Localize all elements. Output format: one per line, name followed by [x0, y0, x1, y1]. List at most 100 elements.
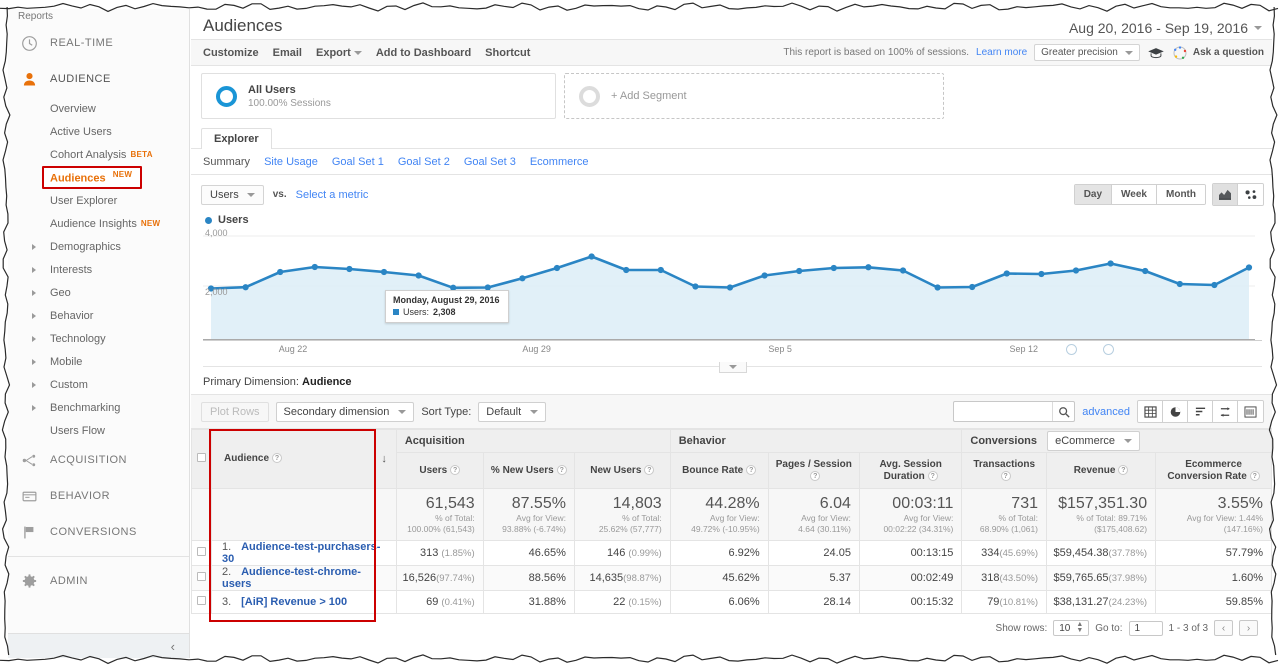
email-button[interactable]: Email — [273, 47, 302, 59]
granularity-week[interactable]: Week — [1112, 185, 1157, 204]
search-input[interactable] — [954, 402, 1053, 421]
precision-selector[interactable]: Greater precision — [1034, 44, 1140, 61]
row-checkbox[interactable] — [197, 572, 206, 581]
learn-more-link[interactable]: Learn more — [976, 47, 1027, 58]
conversions-type-selector[interactable]: eCommerce — [1047, 431, 1140, 451]
help-icon[interactable]: ? — [1249, 470, 1260, 481]
sampling-shield-icon[interactable] — [1147, 46, 1165, 60]
sidebar-item-mobile[interactable]: Mobile — [8, 350, 189, 373]
help-icon[interactable]: ? — [746, 464, 757, 475]
granularity-month[interactable]: Month — [1157, 185, 1205, 204]
sidebar-item-user-explorer[interactable]: User Explorer — [8, 189, 189, 212]
sidebar-item-audience-insights[interactable]: Audience Insights NEW — [8, 212, 189, 235]
column-header-new-users-pct[interactable]: % New Users? — [482, 452, 575, 489]
help-icon[interactable]: ? — [1000, 470, 1011, 481]
sort-arrow-icon[interactable]: ↓ — [381, 453, 387, 465]
select-all-checkbox[interactable] — [197, 453, 207, 462]
sidebar-item-audiences[interactable]: Audiences NEW — [8, 166, 189, 189]
sidebar-item-cohort-analysis[interactable]: Cohort Analysis BETA — [8, 143, 189, 166]
sidebar-collapse-bar[interactable]: ‹ — [8, 633, 189, 659]
sidebar-item-overview[interactable]: Overview — [8, 97, 189, 120]
sidebar-item-admin[interactable]: ADMIN — [8, 563, 189, 599]
line-chart-icon[interactable] — [1213, 184, 1238, 205]
table-view-icon[interactable] — [1138, 401, 1163, 422]
sidebar-item-interests[interactable]: Interests — [8, 258, 189, 281]
comparison-view-icon[interactable] — [1213, 401, 1238, 422]
row-audience-link[interactable]: Audience-test-chrome-users — [222, 566, 361, 590]
secondary-dimension-selector[interactable]: Secondary dimension — [275, 401, 415, 422]
chart-collapse-toggle[interactable] — [718, 362, 747, 373]
help-icon[interactable]: ? — [927, 470, 938, 481]
sidebar-item-real-time[interactable]: REAL-TIME — [8, 25, 189, 61]
sidebar-item-benchmarking[interactable]: Benchmarking — [8, 396, 189, 419]
subtab-goal-set-1[interactable]: Goal Set 1 — [332, 156, 384, 168]
subtab-ecommerce[interactable]: Ecommerce — [530, 156, 589, 168]
sidebar-item-users-flow[interactable]: Users Flow — [8, 419, 189, 442]
pivot-view-icon[interactable] — [1238, 401, 1263, 422]
row-checkbox-cell[interactable] — [191, 540, 213, 566]
sidebar-item-conversions[interactable]: CONVERSIONS — [8, 514, 189, 550]
collapse-sidebar-icon[interactable]: ‹ — [171, 639, 175, 654]
add-segment-button[interactable]: + Add Segment — [564, 73, 944, 119]
column-header-bounce-rate[interactable]: Bounce Rate? — [669, 452, 769, 489]
row-checkbox[interactable] — [197, 547, 206, 556]
sidebar-item-technology[interactable]: Technology — [8, 327, 189, 350]
sidebar-item-demographics[interactable]: Demographics — [8, 235, 189, 258]
bar-view-icon[interactable] — [1188, 401, 1213, 422]
select-all-cell[interactable] — [191, 429, 213, 489]
column-header-avg-duration[interactable]: Avg. Session Duration? — [858, 452, 963, 489]
users-line-chart[interactable]: 4,000 2,000 Monday, August 29, 2016 User… — [203, 228, 1262, 340]
sidebar-item-behavior-sub[interactable]: Behavior — [8, 304, 189, 327]
table-row[interactable]: 3. [AiR] Revenue > 100 69 (0.41%) 31.88%… — [191, 590, 1272, 614]
table-search[interactable] — [953, 401, 1076, 422]
ask-a-question-button[interactable]: Ask a question — [1172, 45, 1264, 61]
subtab-site-usage[interactable]: Site Usage — [264, 156, 318, 168]
pie-view-icon[interactable] — [1163, 401, 1188, 422]
tab-explorer[interactable]: Explorer — [201, 128, 272, 149]
stepper-icon[interactable]: ▲ ▼ — [1076, 621, 1083, 634]
row-checkbox[interactable] — [197, 596, 206, 605]
prev-page-button[interactable]: ‹ — [1214, 620, 1233, 636]
column-header-revenue[interactable]: Revenue? — [1045, 452, 1157, 489]
export-button[interactable]: Export — [316, 47, 362, 59]
row-checkbox-cell[interactable] — [191, 565, 213, 591]
column-header-transactions[interactable]: Transactions? — [961, 452, 1047, 489]
column-header-new-users[interactable]: New Users? — [573, 452, 671, 489]
column-header-ecom-rate[interactable]: Ecommerce Conversion Rate? — [1155, 452, 1272, 489]
advanced-filter-link[interactable]: advanced — [1082, 406, 1130, 418]
search-icon[interactable] — [1052, 402, 1074, 421]
goto-input[interactable]: 1 — [1128, 620, 1163, 636]
sidebar-item-audience[interactable]: AUDIENCE — [8, 61, 189, 97]
sidebar-item-geo[interactable]: Geo — [8, 281, 189, 304]
help-icon[interactable]: ? — [556, 464, 567, 475]
row-audience-link[interactable]: [AiR] Revenue > 100 — [241, 596, 347, 608]
row-checkbox-cell[interactable] — [191, 590, 213, 614]
column-header-pages-session[interactable]: Pages / Session? — [767, 452, 860, 489]
subtab-goal-set-3[interactable]: Goal Set 3 — [464, 156, 516, 168]
column-header-users[interactable]: Users? — [395, 452, 484, 489]
dimension-header-audience[interactable]: Audience? ↓ — [211, 429, 397, 489]
help-icon[interactable]: ? — [1118, 464, 1129, 475]
subtab-summary[interactable]: Summary — [203, 156, 250, 168]
add-to-dashboard-button[interactable]: Add to Dashboard — [376, 47, 471, 59]
primary-dimension-value[interactable]: Audience — [302, 376, 352, 388]
help-icon[interactable]: ? — [272, 453, 283, 464]
chart-timeline-slider[interactable] — [203, 344, 1262, 373]
sort-type-selector[interactable]: Default — [478, 401, 547, 422]
date-range-selector[interactable]: Aug 20, 2016 - Sep 19, 2016 — [1069, 20, 1262, 36]
slider-handle-left[interactable] — [1066, 344, 1078, 355]
subtab-goal-set-2[interactable]: Goal Set 2 — [398, 156, 450, 168]
table-row[interactable]: 2. Audience-test-chrome-users 16,526(97.… — [191, 565, 1272, 591]
customize-button[interactable]: Customize — [203, 47, 259, 59]
next-page-button[interactable]: › — [1239, 620, 1258, 636]
sidebar-item-active-users[interactable]: Active Users — [8, 120, 189, 143]
select-a-metric-link[interactable]: Select a metric — [296, 189, 369, 201]
show-rows-selector[interactable]: 10 ▲ ▼ — [1053, 620, 1090, 636]
row-audience-link[interactable]: Audience-test-purchasers-30 — [222, 541, 380, 565]
sidebar-item-custom[interactable]: Custom — [8, 373, 189, 396]
primary-metric-selector[interactable]: Users — [201, 184, 264, 205]
table-row[interactable]: 1. Audience-test-purchasers-30 313 (1.85… — [191, 540, 1272, 566]
granularity-day[interactable]: Day — [1074, 185, 1113, 204]
sidebar-item-acquisition[interactable]: ACQUISITION — [8, 442, 189, 478]
help-icon[interactable]: ? — [810, 470, 821, 481]
